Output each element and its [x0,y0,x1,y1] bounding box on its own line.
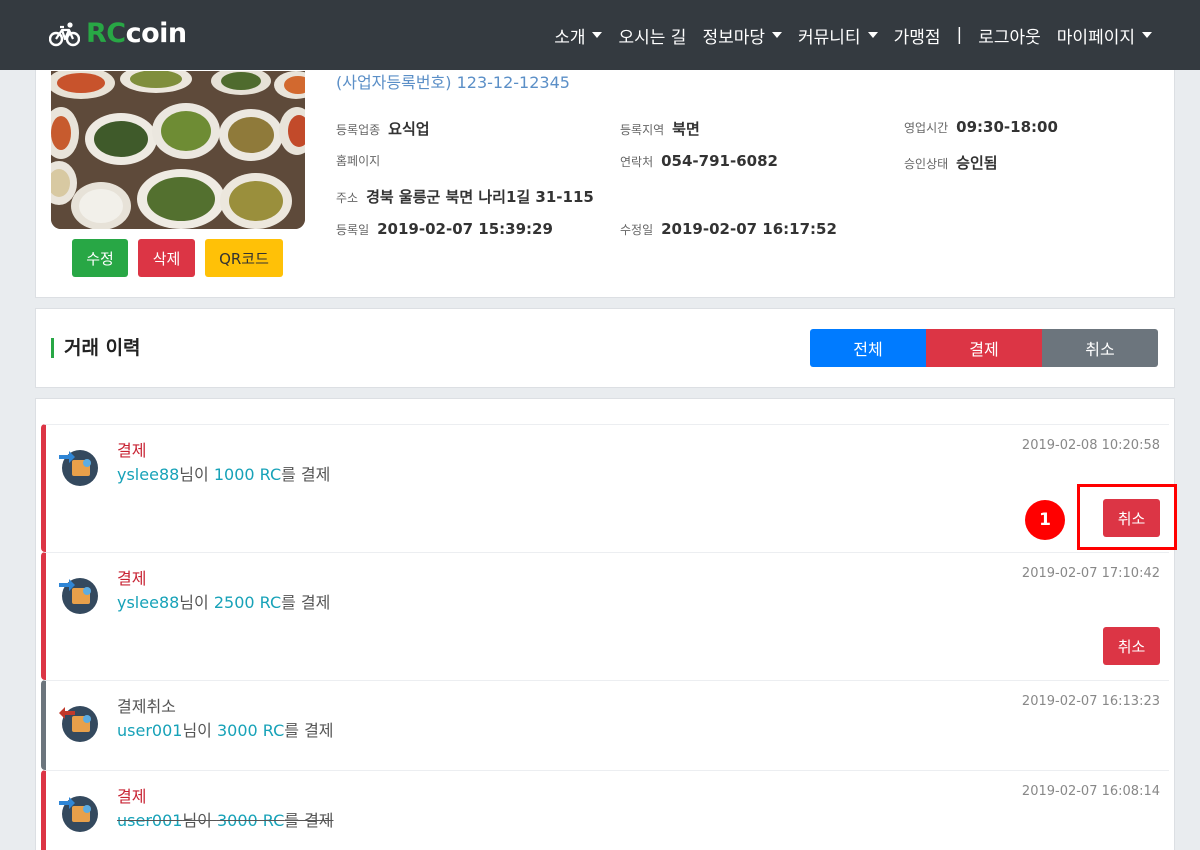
transaction-type: 결제 [117,441,147,460]
store-info-card: 수정 삭제 QR코드 (사업자등록번호) 123-12-12345 등록업종 요식… [35,50,1175,298]
annotation-number-badge: 1 [1025,500,1065,540]
nav-merchants[interactable]: 가맹점 [894,23,941,48]
bicycle-icon [49,21,80,46]
transaction-time: 2019-02-07 16:08:14 [1021,784,1160,799]
info-region: 등록지역 북면 [620,120,700,138]
info-hours: 영업시간 09:30-18:00 [904,118,1058,136]
caret-down-icon [772,32,783,38]
transaction-description: user001님이 3000 RC를 결제 [117,721,334,740]
info-registered: 등록일 2019-02-07 15:39:29 [336,220,553,238]
filter-all-button[interactable]: 전체 [810,329,926,367]
transaction-description: yslee88님이 2500 RC를 결제 [117,593,331,612]
info-address: 주소 경북 울릉군 북면 나리1길 31-115 [336,188,594,206]
transaction-type: 결제 [117,569,147,588]
nav-directions[interactable]: 오시는 길 [618,23,686,48]
history-title: 거래 이력 [51,338,141,358]
caret-down-icon [592,32,603,38]
main-nav: 소개 오시는 길 정보마당 커뮤니티 가맹점 | 로그아웃 마이페이지 [554,0,1152,70]
info-homepage: 홈페이지 [336,154,381,168]
caret-down-icon [1142,32,1152,38]
caret-down-icon [867,32,878,38]
wallet-payment-icon [59,450,98,486]
list-item: 결제취소 user001님이 3000 RC를 결제 2019-02-07 16… [41,680,1169,770]
food-photo-illustration [51,71,305,229]
info-modified: 수정일 2019-02-07 16:17:52 [620,220,837,238]
brand-rc: RC [86,18,126,49]
list-item: 결제 yslee88님이 1000 RC를 결제 2019-02-08 10:2… [41,424,1169,552]
nav-mypage[interactable]: 마이페이지 [1057,23,1152,48]
qr-code-button[interactable]: QR코드 [205,239,283,277]
brand-coin: coin [125,18,188,49]
delete-button[interactable]: 삭제 [138,239,195,277]
brand-logo[interactable]: RCcoin [49,18,187,49]
info-phone: 연락처 054-791-6082 [620,152,778,170]
cancel-payment-button[interactable]: 취소 [1103,627,1160,665]
transaction-time: 2019-02-08 10:20:58 [1021,438,1160,453]
wallet-payment-icon [59,796,98,832]
transaction-type: 결제취소 [117,697,176,716]
history-filter-group: 전체 결제 취소 [810,329,1158,367]
annotation-highlight-box [1077,484,1177,550]
top-navbar: RCcoin 소개 오시는 길 정보마당 커뮤니티 가맹점 | 로그아웃 마이페… [0,0,1200,70]
wallet-refund-icon [59,706,98,742]
nav-community[interactable]: 커뮤니티 [798,23,878,48]
edit-button[interactable]: 수정 [72,239,128,277]
transaction-description: user001님이 3000 RC를 결제 [117,811,334,830]
nav-about[interactable]: 소개 [554,23,603,48]
transaction-description: yslee88님이 1000 RC를 결제 [117,465,331,484]
transaction-type: 결제 [117,787,147,806]
transaction-history-header: 거래 이력 전체 결제 취소 [35,308,1175,388]
info-approval: 승인상태 승인됨 [904,154,998,172]
wallet-payment-icon [59,578,98,614]
business-number: (사업자등록번호) 123-12-12345 [336,73,570,92]
info-category: 등록업종 요식업 [336,120,430,138]
transaction-time: 2019-02-07 16:13:23 [1021,694,1160,709]
nav-info[interactable]: 정보마당 [702,23,783,48]
list-item: 결제 user001님이 3000 RC를 결제 2019-02-07 16:0… [41,770,1169,850]
store-photo [51,71,305,229]
transaction-list: 결제 yslee88님이 1000 RC를 결제 2019-02-08 10:2… [35,398,1175,850]
nav-logout[interactable]: 로그아웃 [978,23,1041,48]
transaction-time: 2019-02-07 17:10:42 [1021,566,1160,581]
store-actions: 수정 삭제 QR코드 [72,239,283,277]
list-item: 결제 yslee88님이 2500 RC를 결제 2019-02-07 17:1… [41,552,1169,680]
filter-payment-button[interactable]: 결제 [926,329,1042,367]
filter-cancel-button[interactable]: 취소 [1042,329,1158,367]
nav-separator: | [956,25,963,45]
